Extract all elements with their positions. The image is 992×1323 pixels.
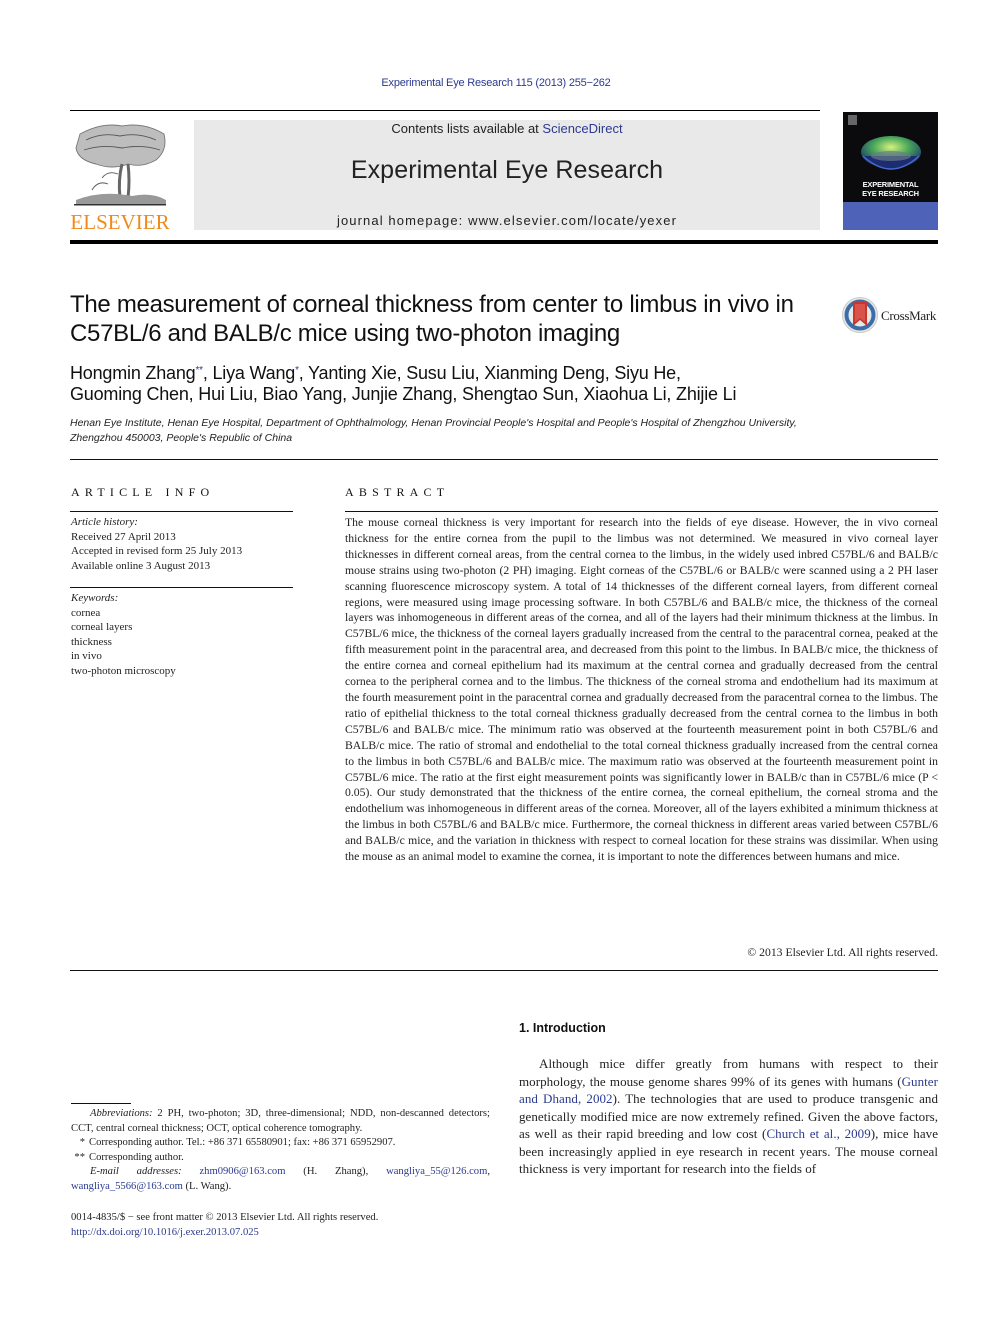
corresponding-author-1-text: Corresponding author. Tel.: +86 371 6558… [89, 1137, 396, 1148]
history-label: Article history: [71, 516, 138, 528]
issn-copyright: 0014-4835/$ − see front matter © 2013 El… [71, 1212, 379, 1223]
author-name: Shengtao Sun [462, 384, 574, 404]
journal-banner: Contents lists available at ScienceDirec… [194, 120, 820, 230]
corresponding-author-mark[interactable]: ** [195, 365, 203, 376]
introduction-heading: 1. Introduction [519, 1021, 606, 1035]
contents-line: Contents lists available at ScienceDirec… [194, 121, 820, 136]
section-rule [70, 459, 938, 460]
author-name: Liya Wang [212, 363, 296, 383]
footnote-mark: ** [74, 1151, 85, 1163]
keyword: cornea [71, 606, 101, 619]
keywords-label: Keywords: [71, 592, 119, 604]
author-name: Hui Liu [198, 384, 253, 404]
author-name: Biao Yang [262, 384, 343, 404]
author-name: Xiaohua Li [583, 384, 667, 404]
history-accepted: Accepted in revised form 25 July 2013 [71, 545, 243, 557]
author-name: Guoming Chen [70, 384, 189, 404]
corresponding-author-2-text: Corresponding author. [89, 1151, 184, 1163]
keyword: corneal layers [71, 621, 133, 633]
email-link-wang-2[interactable]: wangliya_5566@163.com [71, 1181, 183, 1192]
abstract-body: The mouse corneal thickness is very impo… [345, 516, 938, 864]
author-name: Zhijie Li [676, 384, 737, 404]
keywords-rule [70, 587, 293, 588]
sciencedirect-link[interactable]: ScienceDirect [542, 121, 622, 136]
email-separator: , [487, 1166, 490, 1177]
abbreviations-footnote: Abbreviations: 2 PH, two-photon; 3D, thr… [71, 1107, 490, 1136]
keyword: in vivo [71, 650, 102, 662]
journal-title: Experimental Eye Research [350, 156, 664, 184]
email-link-zhang[interactable]: zhm0906@163.com [199, 1166, 285, 1177]
front-matter: 0014-4835/$ − see front matter © 2013 El… [71, 1211, 501, 1240]
author-list: Hongmin Zhang**, Liya Wang*, Yanting Xie… [70, 363, 737, 404]
doi-link[interactable]: http://dx.doi.org/10.1016/j.exer.2013.07… [71, 1227, 259, 1238]
history-online: Available online 3 August 2013 [71, 559, 211, 572]
author-name: Siyu He [614, 363, 676, 383]
email-owner: (L. Wang). [182, 1180, 232, 1192]
intro-text-segment: Although mice differ greatly from humans… [519, 1056, 938, 1089]
cover-title-line2: EYE RESEARCH [862, 189, 919, 198]
publisher-name: ELSEVIER [70, 210, 170, 234]
author-name: Susu Liu [406, 363, 475, 383]
keyword: two-photon microscopy [71, 664, 176, 677]
cover-title-line1: EXPERIMENTAL [862, 180, 919, 189]
journal-reference-link[interactable]: Experimental Eye Research 115 (2013) 255… [0, 77, 992, 89]
abstract-copyright: © 2013 Elsevier Ltd. All rights reserved… [747, 946, 938, 959]
cover-title: EXPERIMENTAL EYE RESEARCH [843, 180, 938, 198]
crossmark-button[interactable]: CrossMark [841, 296, 941, 334]
eye-illustration-icon [861, 136, 921, 170]
email-owner: (H. Zhang), [285, 1166, 387, 1177]
footnotes: Abbreviations: 2 PH, two-photon; 3D, thr… [71, 1107, 490, 1194]
abstract-bottom-rule [70, 970, 938, 971]
paper-title: The measurement of corneal thickness fro… [70, 291, 794, 347]
author-name: Junjie Zhang [351, 384, 453, 404]
citation-church-2009[interactable]: Church et al., 2009 [766, 1126, 870, 1141]
journal-homepage-link[interactable]: journal homepage: www.elsevier.com/locat… [194, 213, 820, 228]
author-name: Xianming Deng [484, 363, 605, 383]
abbreviations-label: Abbreviations: [90, 1108, 153, 1119]
author-name: Yanting Xie [308, 363, 397, 383]
journal-cover-image[interactable]: EXPERIMENTAL EYE RESEARCH [843, 112, 938, 230]
footnote-mark: * [79, 1137, 85, 1148]
corresponding-author-mark[interactable]: * [295, 365, 299, 376]
cover-band [843, 202, 938, 230]
abstract-rule [345, 511, 938, 512]
keyword: thickness [71, 635, 112, 648]
article-history: Article history: Received 27 April 2013 … [71, 515, 296, 573]
corresponding-author-2: ** Corresponding author. [71, 1151, 490, 1166]
header-thick-rule [70, 240, 938, 244]
introduction-body: Although mice differ greatly from humans… [519, 1055, 938, 1178]
article-info-heading: ARTICLE INFO [71, 485, 215, 499]
crossmark-icon [842, 297, 878, 333]
footnote-rule [71, 1103, 131, 1104]
contents-prefix: Contents lists available at [391, 121, 543, 136]
email-addresses: E-mail addresses: zhm0906@163.com (H. Zh… [71, 1165, 490, 1194]
affiliation: Henan Eye Institute, Henan Eye Hospital,… [70, 417, 797, 444]
header-rule [70, 110, 820, 111]
email-label: E-mail addresses: [90, 1166, 182, 1177]
article-info-rule [70, 511, 293, 512]
author-name: Hongmin Zhang [70, 363, 196, 383]
abstract-heading: ABSTRACT [345, 485, 450, 499]
elsevier-tree-icon [72, 120, 168, 206]
email-link-wang-1[interactable]: wangliya_55@126.com [386, 1166, 487, 1177]
corresponding-author-1: * Corresponding author. Tel.: +86 371 655… [71, 1136, 490, 1151]
elsevier-logo[interactable]: ELSEVIER [70, 120, 170, 234]
cover-publisher-mark [848, 115, 857, 125]
keywords: Keywords: cornea corneal layers thicknes… [71, 591, 296, 678]
history-received: Received 27 April 2013 [71, 530, 176, 543]
crossmark-label: CrossMark [881, 308, 937, 323]
